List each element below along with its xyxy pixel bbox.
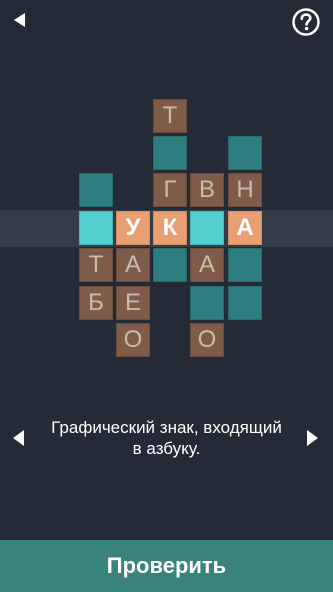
grid-cell[interactable]: Г	[153, 173, 187, 207]
clue-text: Графический знак, входящий в азбуку.	[36, 417, 297, 459]
active-cell[interactable]: А	[228, 211, 262, 245]
grid-cell[interactable]: Т	[79, 248, 113, 282]
grid-cell[interactable]: В	[190, 173, 224, 207]
clue-line: Графический знак, входящий	[51, 418, 282, 437]
clue-line: в азбуку.	[132, 439, 201, 458]
grid-cell[interactable]: Н	[228, 173, 262, 207]
next-arrow-icon	[307, 430, 318, 446]
check-button[interactable]: Проверить	[0, 540, 333, 592]
grid-cell-empty[interactable]	[153, 136, 187, 170]
grid-cell[interactable]: Е	[116, 286, 150, 320]
clue-panel: Графический знак, входящий в азбуку.	[0, 412, 333, 462]
grid-cell[interactable]: А	[116, 248, 150, 282]
grid-cell[interactable]: Б	[79, 286, 113, 320]
active-cell-empty[interactable]	[190, 211, 224, 245]
back-button[interactable]	[10, 10, 30, 30]
help-circle-icon	[292, 8, 320, 36]
grid-cell-empty[interactable]	[79, 173, 113, 207]
grid-cell[interactable]: Т	[153, 99, 187, 133]
previous-clue-button[interactable]	[11, 428, 27, 448]
grid-cell[interactable]: О	[190, 323, 224, 357]
grid-cell-empty[interactable]	[228, 248, 262, 282]
next-clue-button[interactable]	[304, 428, 320, 448]
grid-cell-empty[interactable]	[153, 248, 187, 282]
grid-cell-empty[interactable]	[228, 136, 262, 170]
back-arrow-icon	[14, 13, 25, 27]
active-cell[interactable]: У	[116, 211, 150, 245]
grid-cell[interactable]: А	[190, 248, 224, 282]
grid-cell-empty[interactable]	[190, 286, 224, 320]
previous-arrow-icon	[13, 430, 24, 446]
top-bar	[0, 0, 333, 44]
grid-cell[interactable]: О	[116, 323, 150, 357]
active-cell[interactable]: К	[153, 211, 187, 245]
help-button[interactable]	[291, 7, 321, 37]
grid-cell-empty[interactable]	[228, 286, 262, 320]
active-cell-empty[interactable]	[79, 211, 113, 245]
